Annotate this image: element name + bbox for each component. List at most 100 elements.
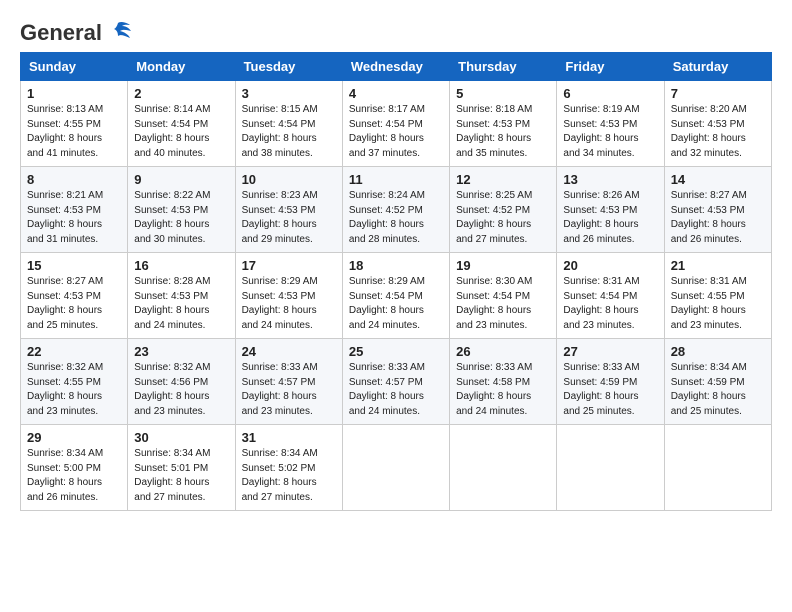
calendar-cell: 19 Sunrise: 8:30 AMSunset: 4:54 PMDaylig… [450,253,557,339]
calendar-cell: 26 Sunrise: 8:33 AMSunset: 4:58 PMDaylig… [450,339,557,425]
day-number: 20 [563,258,657,273]
calendar-cell: 5 Sunrise: 8:18 AMSunset: 4:53 PMDayligh… [450,81,557,167]
calendar-header-saturday: Saturday [664,53,771,81]
cell-info: Sunrise: 8:27 AMSunset: 4:53 PMDaylight:… [27,275,121,333]
calendar-cell: 30 Sunrise: 8:34 AMSunset: 5:01 PMDaylig… [128,425,235,511]
calendar-cell: 4 Sunrise: 8:17 AMSunset: 4:54 PMDayligh… [342,81,449,167]
day-number: 15 [27,258,121,273]
day-number: 22 [27,344,121,359]
calendar-cell [557,425,664,511]
logo: General [20,20,132,42]
calendar-cell: 7 Sunrise: 8:20 AMSunset: 4:53 PMDayligh… [664,81,771,167]
cell-info: Sunrise: 8:34 AMSunset: 5:01 PMDaylight:… [134,447,228,505]
day-number: 23 [134,344,228,359]
day-number: 28 [671,344,765,359]
day-number: 16 [134,258,228,273]
page-header: General [20,20,772,42]
calendar-header-thursday: Thursday [450,53,557,81]
cell-info: Sunrise: 8:20 AMSunset: 4:53 PMDaylight:… [671,103,765,161]
day-number: 11 [349,172,443,187]
calendar-cell: 14 Sunrise: 8:27 AMSunset: 4:53 PMDaylig… [664,167,771,253]
calendar-cell: 25 Sunrise: 8:33 AMSunset: 4:57 PMDaylig… [342,339,449,425]
cell-info: Sunrise: 8:33 AMSunset: 4:58 PMDaylight:… [456,361,550,419]
day-number: 9 [134,172,228,187]
cell-info: Sunrise: 8:25 AMSunset: 4:52 PMDaylight:… [456,189,550,247]
calendar-cell: 17 Sunrise: 8:29 AMSunset: 4:53 PMDaylig… [235,253,342,339]
day-number: 3 [242,86,336,101]
calendar-cell: 23 Sunrise: 8:32 AMSunset: 4:56 PMDaylig… [128,339,235,425]
calendar-cell: 16 Sunrise: 8:28 AMSunset: 4:53 PMDaylig… [128,253,235,339]
day-number: 2 [134,86,228,101]
day-number: 29 [27,430,121,445]
calendar-week-row: 1 Sunrise: 8:13 AMSunset: 4:55 PMDayligh… [21,81,772,167]
calendar-header-sunday: Sunday [21,53,128,81]
cell-info: Sunrise: 8:21 AMSunset: 4:53 PMDaylight:… [27,189,121,247]
calendar-cell: 3 Sunrise: 8:15 AMSunset: 4:54 PMDayligh… [235,81,342,167]
cell-info: Sunrise: 8:32 AMSunset: 4:56 PMDaylight:… [134,361,228,419]
calendar-header-row: SundayMondayTuesdayWednesdayThursdayFrid… [21,53,772,81]
calendar-header-wednesday: Wednesday [342,53,449,81]
cell-info: Sunrise: 8:28 AMSunset: 4:53 PMDaylight:… [134,275,228,333]
day-number: 25 [349,344,443,359]
day-number: 31 [242,430,336,445]
cell-info: Sunrise: 8:31 AMSunset: 4:55 PMDaylight:… [671,275,765,333]
calendar-cell: 13 Sunrise: 8:26 AMSunset: 4:53 PMDaylig… [557,167,664,253]
cell-info: Sunrise: 8:14 AMSunset: 4:54 PMDaylight:… [134,103,228,161]
calendar-cell [342,425,449,511]
calendar-cell: 6 Sunrise: 8:19 AMSunset: 4:53 PMDayligh… [557,81,664,167]
cell-info: Sunrise: 8:15 AMSunset: 4:54 PMDaylight:… [242,103,336,161]
day-number: 14 [671,172,765,187]
calendar-cell: 15 Sunrise: 8:27 AMSunset: 4:53 PMDaylig… [21,253,128,339]
calendar-cell: 22 Sunrise: 8:32 AMSunset: 4:55 PMDaylig… [21,339,128,425]
calendar-header-monday: Monday [128,53,235,81]
cell-info: Sunrise: 8:33 AMSunset: 4:57 PMDaylight:… [242,361,336,419]
cell-info: Sunrise: 8:13 AMSunset: 4:55 PMDaylight:… [27,103,121,161]
cell-info: Sunrise: 8:27 AMSunset: 4:53 PMDaylight:… [671,189,765,247]
cell-info: Sunrise: 8:33 AMSunset: 4:59 PMDaylight:… [563,361,657,419]
cell-info: Sunrise: 8:26 AMSunset: 4:53 PMDaylight:… [563,189,657,247]
cell-info: Sunrise: 8:34 AMSunset: 5:02 PMDaylight:… [242,447,336,505]
day-number: 8 [27,172,121,187]
cell-info: Sunrise: 8:23 AMSunset: 4:53 PMDaylight:… [242,189,336,247]
cell-info: Sunrise: 8:22 AMSunset: 4:53 PMDaylight:… [134,189,228,247]
calendar-cell: 20 Sunrise: 8:31 AMSunset: 4:54 PMDaylig… [557,253,664,339]
calendar-cell: 29 Sunrise: 8:34 AMSunset: 5:00 PMDaylig… [21,425,128,511]
cell-info: Sunrise: 8:18 AMSunset: 4:53 PMDaylight:… [456,103,550,161]
calendar-cell: 27 Sunrise: 8:33 AMSunset: 4:59 PMDaylig… [557,339,664,425]
cell-info: Sunrise: 8:29 AMSunset: 4:53 PMDaylight:… [242,275,336,333]
day-number: 17 [242,258,336,273]
calendar-body: 1 Sunrise: 8:13 AMSunset: 4:55 PMDayligh… [21,81,772,511]
cell-info: Sunrise: 8:19 AMSunset: 4:53 PMDaylight:… [563,103,657,161]
calendar-week-row: 15 Sunrise: 8:27 AMSunset: 4:53 PMDaylig… [21,253,772,339]
calendar-cell: 1 Sunrise: 8:13 AMSunset: 4:55 PMDayligh… [21,81,128,167]
calendar-week-row: 22 Sunrise: 8:32 AMSunset: 4:55 PMDaylig… [21,339,772,425]
calendar-cell: 31 Sunrise: 8:34 AMSunset: 5:02 PMDaylig… [235,425,342,511]
calendar-cell: 9 Sunrise: 8:22 AMSunset: 4:53 PMDayligh… [128,167,235,253]
calendar-cell: 8 Sunrise: 8:21 AMSunset: 4:53 PMDayligh… [21,167,128,253]
day-number: 13 [563,172,657,187]
cell-info: Sunrise: 8:30 AMSunset: 4:54 PMDaylight:… [456,275,550,333]
day-number: 27 [563,344,657,359]
day-number: 6 [563,86,657,101]
cell-info: Sunrise: 8:34 AMSunset: 5:00 PMDaylight:… [27,447,121,505]
day-number: 26 [456,344,550,359]
day-number: 7 [671,86,765,101]
calendar-cell: 12 Sunrise: 8:25 AMSunset: 4:52 PMDaylig… [450,167,557,253]
cell-info: Sunrise: 8:24 AMSunset: 4:52 PMDaylight:… [349,189,443,247]
day-number: 10 [242,172,336,187]
calendar-cell: 18 Sunrise: 8:29 AMSunset: 4:54 PMDaylig… [342,253,449,339]
cell-info: Sunrise: 8:31 AMSunset: 4:54 PMDaylight:… [563,275,657,333]
cell-info: Sunrise: 8:17 AMSunset: 4:54 PMDaylight:… [349,103,443,161]
cell-info: Sunrise: 8:32 AMSunset: 4:55 PMDaylight:… [27,361,121,419]
logo-general: General [20,20,102,46]
calendar-cell: 21 Sunrise: 8:31 AMSunset: 4:55 PMDaylig… [664,253,771,339]
day-number: 19 [456,258,550,273]
day-number: 18 [349,258,443,273]
calendar-cell [450,425,557,511]
calendar-cell: 10 Sunrise: 8:23 AMSunset: 4:53 PMDaylig… [235,167,342,253]
calendar-cell: 2 Sunrise: 8:14 AMSunset: 4:54 PMDayligh… [128,81,235,167]
cell-info: Sunrise: 8:33 AMSunset: 4:57 PMDaylight:… [349,361,443,419]
day-number: 5 [456,86,550,101]
calendar-header-friday: Friday [557,53,664,81]
cell-info: Sunrise: 8:34 AMSunset: 4:59 PMDaylight:… [671,361,765,419]
